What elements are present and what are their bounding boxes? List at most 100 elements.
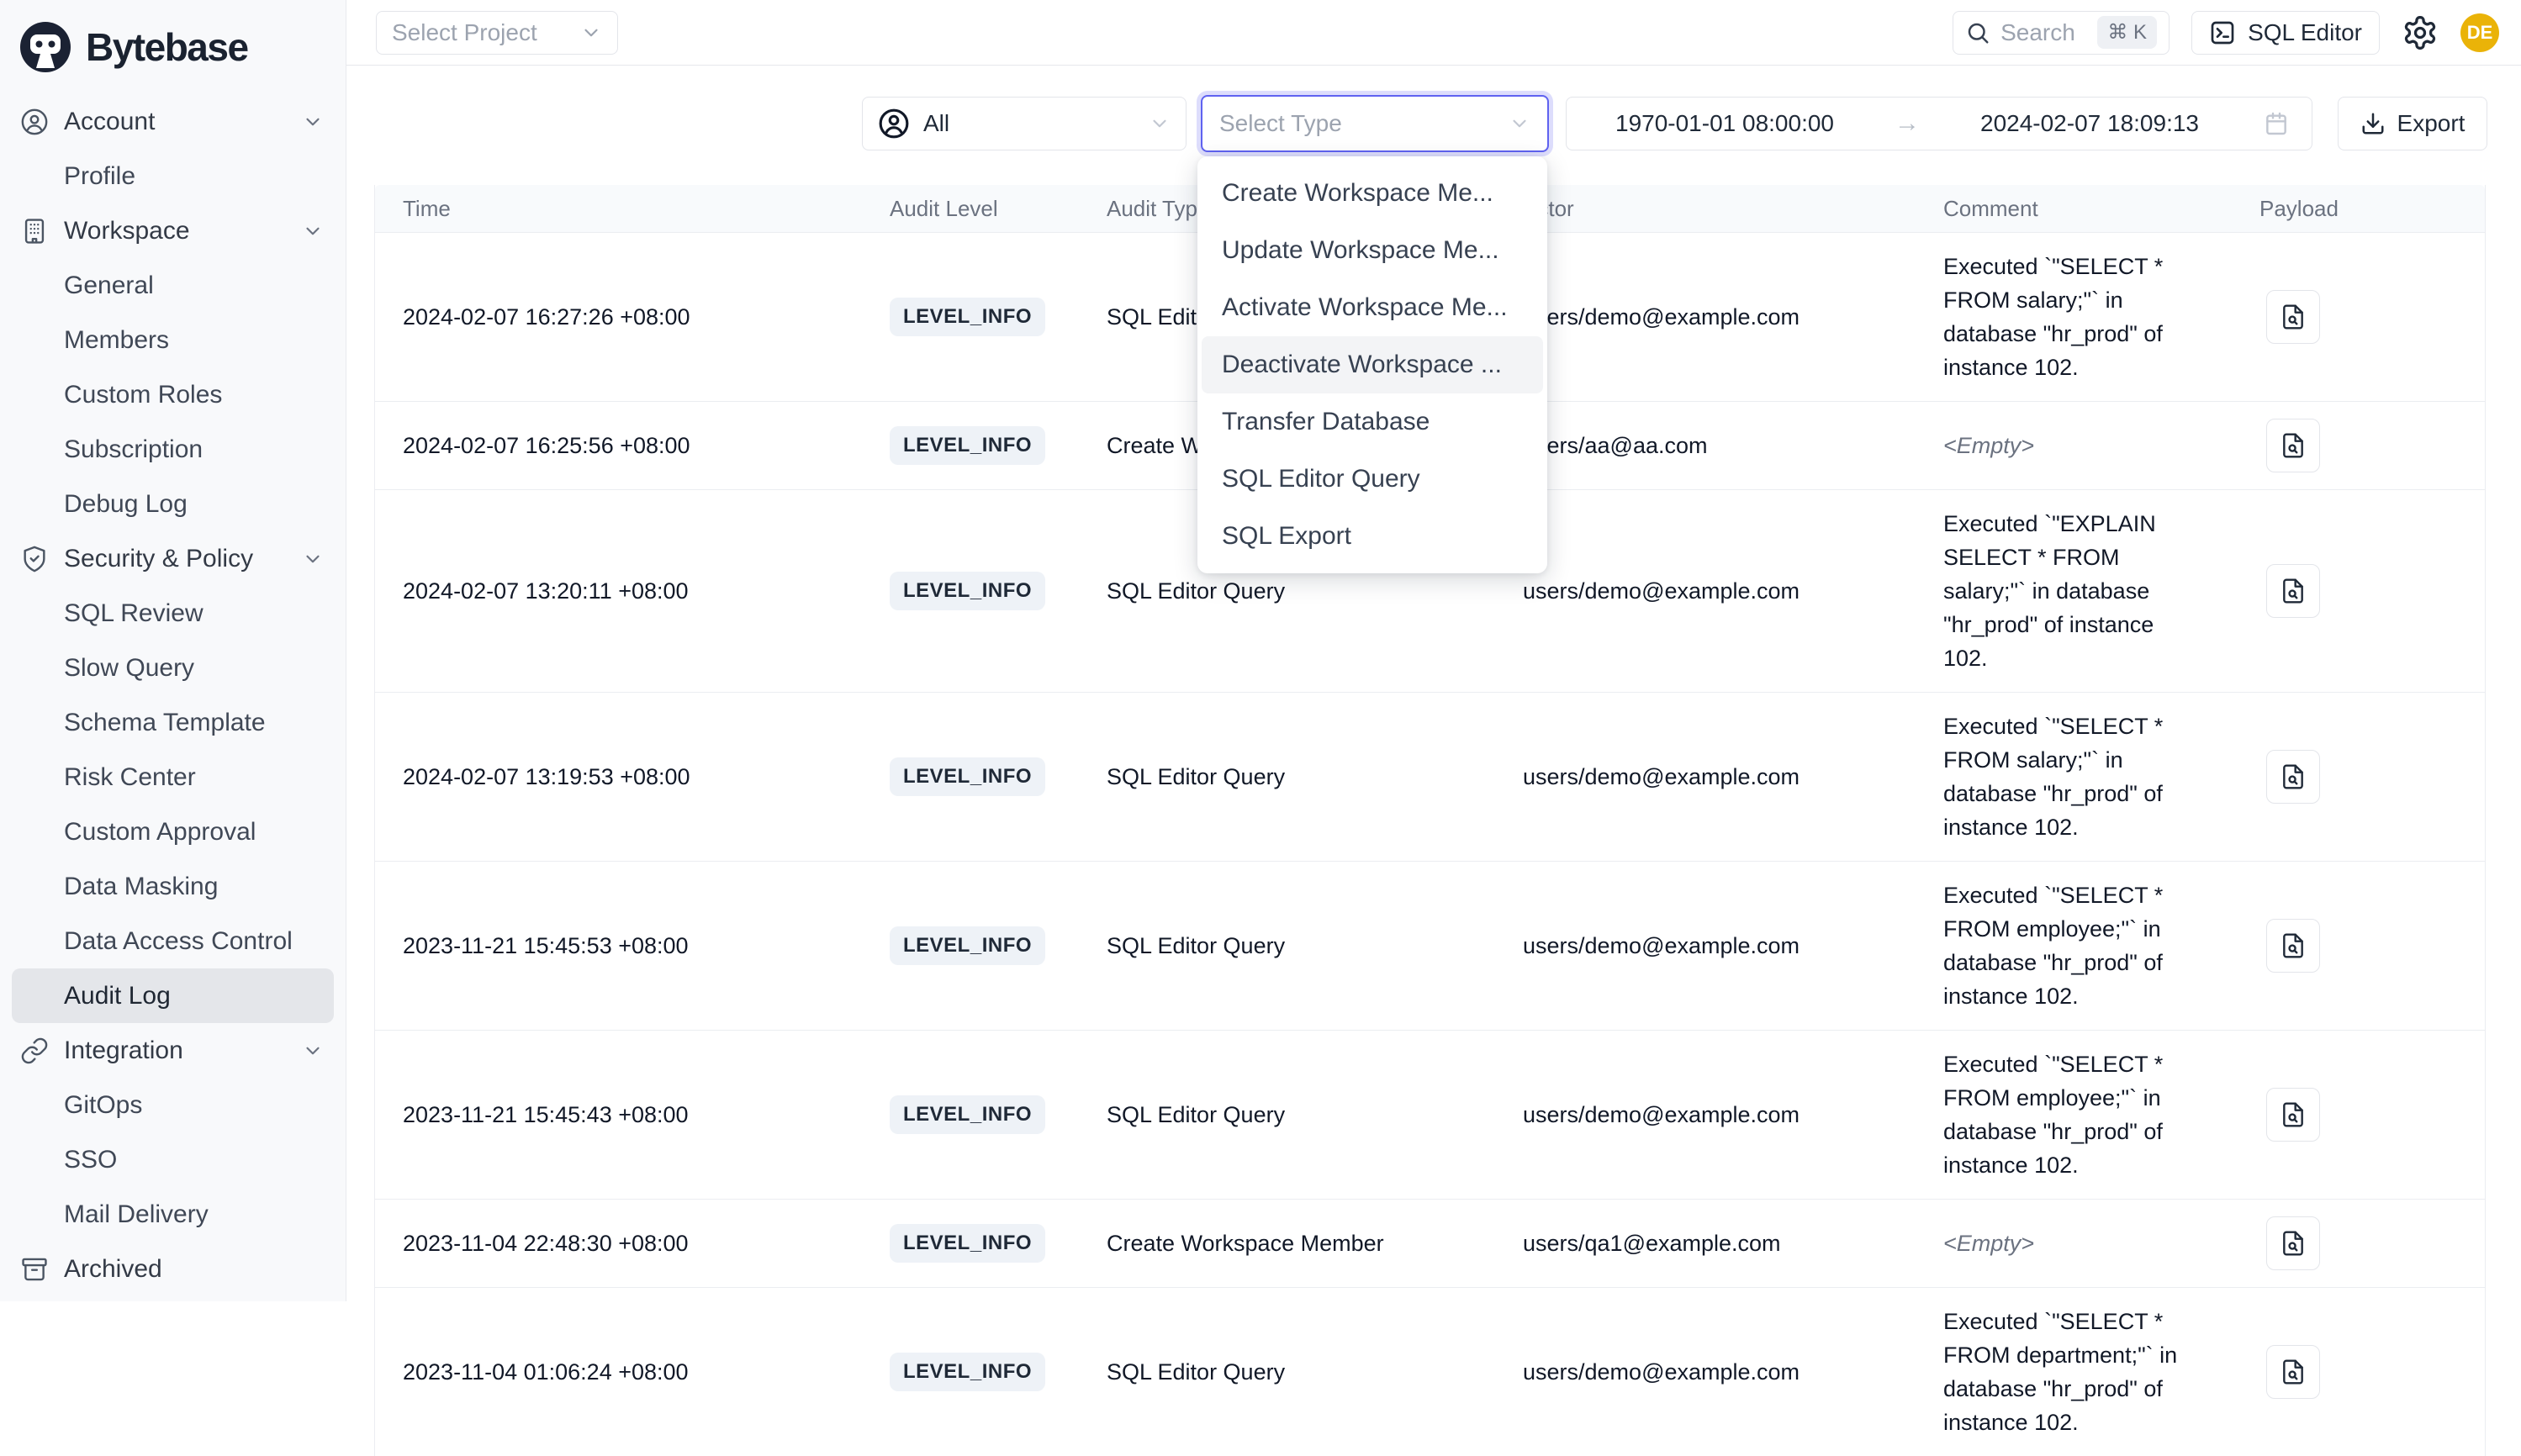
sidebar-item-custom-approval[interactable]: Custom Approval [12, 804, 334, 859]
chevron-down-icon [580, 22, 602, 44]
cell-actor: users/demo@example.com [1523, 764, 1943, 790]
sidebar-item-slow-query[interactable]: Slow Query [12, 641, 334, 695]
shield-check-icon [20, 545, 49, 573]
file-search-icon [2280, 932, 2307, 959]
cell-actor: users/demo@example.com [1523, 933, 1943, 959]
sidebar-section-security-policy[interactable]: Security & Policy [12, 531, 334, 586]
topbar-right: Search ⌘ K SQL Editor DE [1953, 11, 2499, 55]
dropdown-option-update-workspace-member[interactable]: Update Workspace Me... [1202, 222, 1543, 279]
audit-level-badge: LEVEL_INFO [890, 1224, 1045, 1263]
sql-editor-button[interactable]: SQL Editor [2191, 11, 2380, 55]
table-row: 2024-02-07 13:19:53 +08:00 LEVEL_INFO SQ… [375, 692, 2485, 861]
sidebar-section-archived[interactable]: Archived [12, 1242, 334, 1296]
dropdown-option-transfer-database[interactable]: Transfer Database [1202, 393, 1543, 451]
sidebar-item-debug-log[interactable]: Debug Log [12, 477, 334, 531]
search-shortcut-badge: ⌘ K [2097, 16, 2157, 49]
archive-icon [20, 1255, 49, 1284]
cell-time: 2023-11-21 15:45:53 +08:00 [403, 933, 890, 959]
cell-actor: users/demo@example.com [1523, 1359, 1943, 1385]
sidebar-item-mail-delivery[interactable]: Mail Delivery [12, 1187, 334, 1242]
payload-view-button[interactable] [2266, 1216, 2320, 1270]
sidebar-item-audit-log[interactable]: Audit Log [12, 968, 334, 1023]
column-header-comment: Comment [1943, 196, 2259, 222]
sidebar-item-data-masking[interactable]: Data Masking [12, 859, 334, 914]
sidebar-item-sso[interactable]: SSO [12, 1132, 334, 1187]
file-search-icon [2280, 1358, 2307, 1385]
payload-view-button[interactable] [2266, 290, 2320, 344]
dropdown-option-sql-editor-query[interactable]: SQL Editor Query [1202, 451, 1543, 508]
sidebar-section-workspace[interactable]: Workspace [12, 203, 334, 258]
chevron-down-icon [1509, 113, 1530, 135]
sidebar-item-profile[interactable]: Profile [12, 149, 334, 203]
payload-view-button[interactable] [2266, 419, 2320, 472]
section-label: Workspace [64, 217, 190, 245]
sidebar-nav: Account Profile Workspace General Member… [0, 94, 346, 1296]
sql-editor-label: SQL Editor [2248, 19, 2362, 46]
sidebar: Bytebase Account Profile Workspace Gener… [0, 0, 346, 1301]
audit-level-badge: LEVEL_INFO [890, 757, 1045, 796]
sidebar-item-schema-template[interactable]: Schema Template [12, 695, 334, 750]
date-to-value: 2024-02-07 18:09:13 [1980, 110, 2199, 137]
brand-logo[interactable]: Bytebase [0, 0, 346, 94]
payload-view-button[interactable] [2266, 564, 2320, 618]
dropdown-option-create-workspace-member[interactable]: Create Workspace Me... [1202, 165, 1543, 222]
sidebar-section-integration[interactable]: Integration [12, 1023, 334, 1078]
sidebar-item-risk-center[interactable]: Risk Center [12, 750, 334, 804]
avatar-initials: DE [2467, 22, 2493, 44]
payload-view-button[interactable] [2266, 1088, 2320, 1142]
dropdown-option-deactivate-workspace-member[interactable]: Deactivate Workspace ... [1202, 336, 1543, 393]
sidebar-item-data-access-control[interactable]: Data Access Control [12, 914, 334, 968]
cell-comment: Executed `"SELECT * FROM salary;"` in da… [1943, 250, 2196, 384]
dropdown-option-activate-workspace-member[interactable]: Activate Workspace Me... [1202, 279, 1543, 336]
avatar[interactable]: DE [2460, 13, 2499, 52]
payload-view-button[interactable] [2266, 1345, 2320, 1399]
terminal-icon [2209, 19, 2236, 46]
sidebar-section-account[interactable]: Account [12, 94, 334, 149]
sidebar-item-gitops[interactable]: GitOps [12, 1078, 334, 1132]
sidebar-item-subscription[interactable]: Subscription [12, 422, 334, 477]
actor-filter-select[interactable]: All [862, 97, 1187, 150]
project-select[interactable]: Select Project [376, 11, 618, 55]
export-button[interactable]: Export [2338, 97, 2487, 150]
sidebar-item-members[interactable]: Members [12, 313, 334, 367]
cell-audit-type: SQL Editor Query [1107, 933, 1523, 959]
cell-comment: <Empty> [1943, 1227, 2196, 1260]
gear-icon[interactable] [2402, 14, 2439, 51]
cell-time: 2024-02-07 16:27:26 +08:00 [403, 304, 890, 330]
cell-comment: <Empty> [1943, 429, 2196, 462]
cell-comment: Executed `"EXPLAIN SELECT * FROM salary;… [1943, 507, 2196, 675]
chevron-down-icon [302, 111, 324, 133]
payload-view-button[interactable] [2266, 919, 2320, 973]
main-area: Select Project Search ⌘ K SQL Editor [346, 0, 2521, 1301]
cell-audit-type: Create Workspace Member [1107, 1231, 1523, 1257]
audit-level-badge: LEVEL_INFO [890, 1095, 1045, 1134]
dropdown-option-sql-export[interactable]: SQL Export [1202, 508, 1543, 565]
cell-actor: users/demo@example.com [1523, 1102, 1943, 1128]
file-search-icon [2280, 763, 2307, 790]
search-input[interactable]: Search ⌘ K [1953, 11, 2170, 55]
type-filter-dropdown: Create Workspace Me... Update Workspace … [1197, 156, 1547, 573]
topbar: Select Project Search ⌘ K SQL Editor [346, 0, 2521, 66]
cell-comment: Executed `"SELECT * FROM department;"` i… [1943, 1305, 2196, 1439]
sidebar-item-custom-roles[interactable]: Custom Roles [12, 367, 334, 422]
sidebar-item-sql-review[interactable]: SQL Review [12, 586, 334, 641]
column-header-actor: Actor [1523, 196, 1943, 222]
search-placeholder: Search [2000, 19, 2075, 46]
section-label: Account [64, 108, 155, 136]
payload-view-button[interactable] [2266, 750, 2320, 804]
cell-time: 2024-02-07 13:20:11 +08:00 [403, 578, 890, 604]
file-search-icon [2280, 1230, 2307, 1257]
type-filter-select[interactable]: Select Type [1201, 95, 1549, 152]
chevron-down-icon [1149, 113, 1171, 135]
calendar-icon [2263, 110, 2290, 137]
date-range-picker[interactable]: 1970-01-01 08:00:00 → 2024-02-07 18:09:1… [1566, 97, 2312, 150]
column-header-payload: Payload [2259, 196, 2485, 222]
cell-actor: users/qa1@example.com [1523, 1231, 1943, 1257]
download-icon [2360, 111, 2386, 136]
audit-level-badge: LEVEL_INFO [890, 572, 1045, 610]
sidebar-item-general[interactable]: General [12, 258, 334, 313]
file-search-icon [2280, 578, 2307, 604]
cell-time: 2023-11-21 15:45:43 +08:00 [403, 1102, 890, 1128]
cell-time: 2023-11-04 22:48:30 +08:00 [403, 1231, 890, 1257]
building-icon [20, 217, 49, 245]
